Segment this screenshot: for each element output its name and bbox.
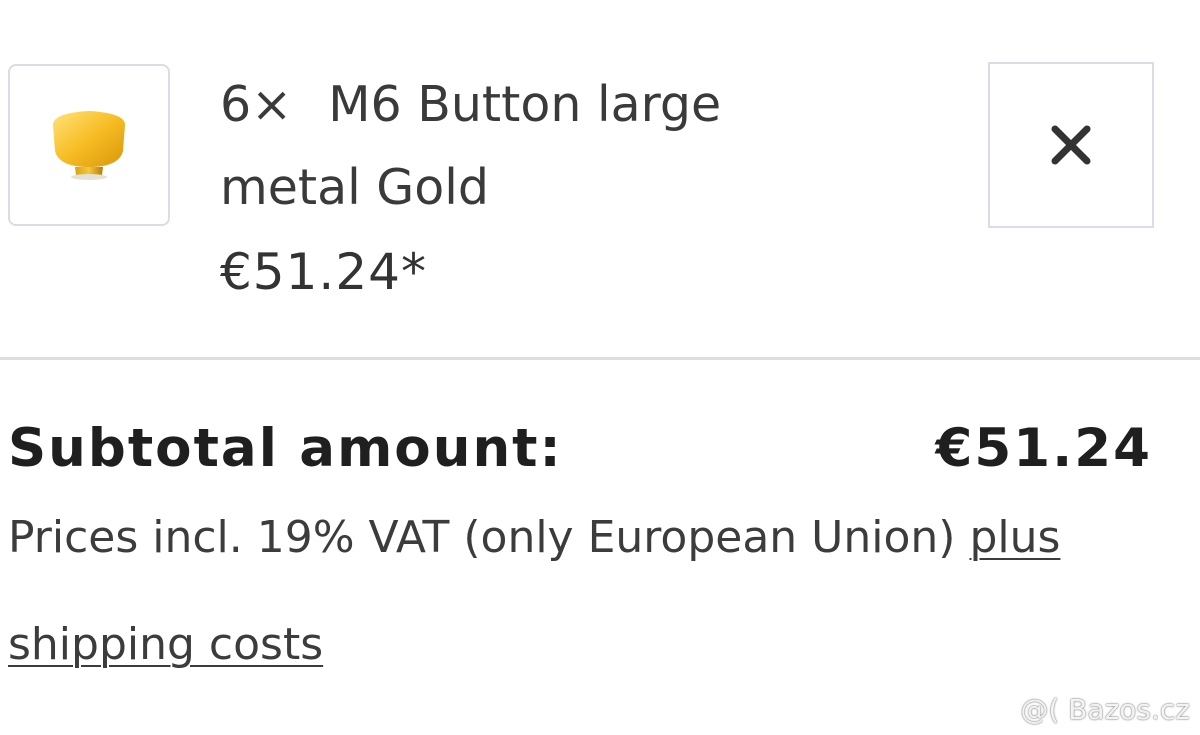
shipping-line: shipping costs bbox=[8, 617, 323, 673]
vat-notice: Prices incl. 19% VAT (only European Unio… bbox=[8, 510, 1060, 566]
subtotal-label: Subtotal amount: bbox=[8, 418, 563, 479]
cart-item-price: €51.24* bbox=[220, 243, 427, 301]
vat-text: Prices incl. 19% VAT (only European Unio… bbox=[8, 512, 956, 563]
close-icon bbox=[1051, 125, 1091, 165]
shipping-costs-link[interactable]: shipping costs bbox=[8, 619, 323, 670]
cart-item-name[interactable]: M6 Button large bbox=[328, 76, 721, 133]
plus-link[interactable]: plus bbox=[969, 512, 1060, 563]
cart-item-name-line2[interactable]: metal Gold bbox=[220, 159, 489, 217]
product-thumbnail[interactable] bbox=[8, 64, 170, 226]
cart-page: 6× M6 Button large metal Gold €51.24* Sub… bbox=[0, 0, 1200, 735]
subtotal-value: €51.24 bbox=[935, 418, 1152, 479]
remove-item-button[interactable] bbox=[988, 62, 1154, 228]
bazos-watermark: @( Bazos.cz bbox=[1020, 693, 1190, 726]
divider bbox=[0, 357, 1200, 360]
cart-item-title-line1: 6× M6 Button large bbox=[220, 76, 721, 134]
cart-item-quantity: 6× bbox=[220, 76, 293, 133]
gold-button-image bbox=[53, 111, 125, 180]
